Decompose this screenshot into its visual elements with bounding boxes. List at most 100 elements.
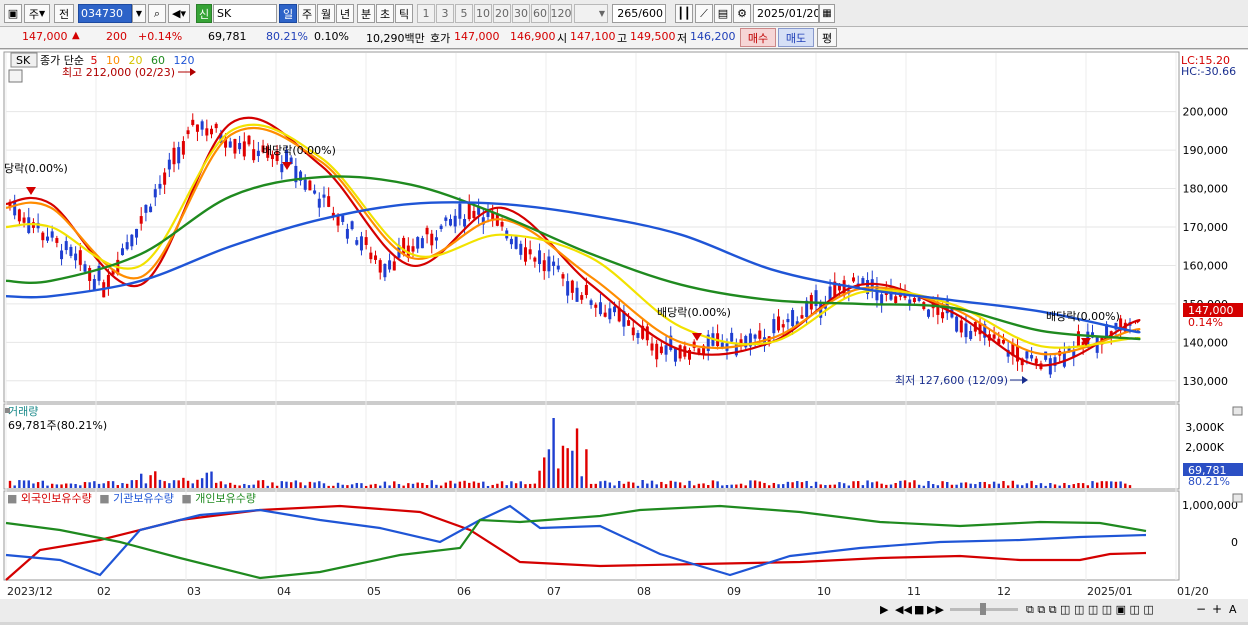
volume-bar bbox=[861, 485, 865, 488]
window-menu-icon[interactable]: ▣ bbox=[4, 4, 22, 23]
candle-body bbox=[130, 234, 134, 247]
volume-bar bbox=[908, 482, 911, 488]
ex-div-annotation-1: 당락(0.00%) bbox=[4, 162, 68, 175]
table-icon[interactable] bbox=[8, 69, 23, 83]
tab-minute[interactable]: 분 bbox=[357, 4, 375, 23]
stock-code-input[interactable]: 034730 bbox=[78, 4, 132, 23]
calendar-icon[interactable]: ▦ bbox=[819, 4, 835, 23]
volume-bar bbox=[163, 481, 166, 488]
code-dropdown-icon[interactable]: ▼ bbox=[132, 4, 146, 23]
tab-daily[interactable]: 일 bbox=[279, 4, 297, 23]
candle-body bbox=[308, 180, 312, 191]
volume-bar bbox=[632, 482, 635, 488]
x-axis-label: 10 bbox=[817, 585, 831, 598]
zoom-in-icon[interactable]: + bbox=[1212, 602, 1222, 616]
draw-tool-icon[interactable]: ⟋ bbox=[695, 4, 713, 23]
volume-bar bbox=[111, 481, 115, 488]
volume-bar bbox=[857, 481, 860, 488]
interval-10[interactable]: 10 bbox=[474, 4, 492, 23]
buy-button[interactable]: 매수 bbox=[740, 28, 776, 47]
volume-bar bbox=[472, 481, 476, 488]
search-icon[interactable]: ⌕ bbox=[148, 4, 166, 23]
volume-bar bbox=[144, 483, 148, 488]
volume-bar bbox=[130, 480, 134, 488]
bar-count-field[interactable]: 265/600 bbox=[612, 4, 666, 23]
volume-ratio: 80.21% bbox=[266, 30, 308, 43]
volume-bar bbox=[847, 485, 851, 488]
tab-minute-label: 분 bbox=[360, 7, 372, 21]
speaker-icon[interactable]: ◀▾ bbox=[168, 4, 190, 23]
evaluate-button[interactable]: 평 bbox=[817, 28, 837, 47]
stop-icon[interactable]: ■ bbox=[914, 603, 924, 616]
x-axis-label: 06 bbox=[457, 585, 471, 598]
candle-body bbox=[556, 265, 560, 270]
holding-y-label: 0 bbox=[1231, 536, 1238, 549]
candle-body bbox=[434, 237, 438, 241]
chart-canvas[interactable]: 200,000190,000180,000170,000160,000150,0… bbox=[0, 50, 1248, 622]
interval-30[interactable]: 30 bbox=[512, 4, 530, 23]
interval-20[interactable]: 20 bbox=[493, 4, 511, 23]
layout-icons[interactable]: ⧉ ⧉ ⧉ ◫ ◫ ◫ ◫ ▣ ◫ ◫ bbox=[1026, 603, 1154, 616]
pane-close-icon[interactable] bbox=[1232, 406, 1243, 416]
tab-weekly-label: 주 bbox=[301, 7, 313, 21]
volume-bar bbox=[191, 483, 194, 488]
candle-body bbox=[439, 225, 443, 230]
interval-60[interactable]: 60 bbox=[531, 4, 549, 23]
candle-body bbox=[200, 121, 204, 130]
chart-area[interactable]: 200,000190,000180,000170,000160,000150,0… bbox=[0, 50, 1248, 622]
candle-body bbox=[364, 237, 368, 245]
interval-1-label: 1 bbox=[422, 7, 430, 20]
tab-yearly[interactable]: 년 bbox=[336, 4, 354, 23]
volume-bar bbox=[393, 481, 396, 488]
forward-icon[interactable]: ▶▶ bbox=[927, 603, 944, 616]
candle-icon[interactable]: ┃┃ bbox=[675, 4, 693, 23]
period-select[interactable]: 주 ▼ bbox=[24, 4, 50, 23]
interval-dropdown[interactable]: ▼ bbox=[574, 4, 608, 23]
tab-second[interactable]: 초 bbox=[376, 4, 394, 23]
candle-body bbox=[720, 342, 724, 348]
volume-bar bbox=[247, 485, 251, 488]
volume-bar bbox=[430, 480, 433, 488]
volume-bar bbox=[93, 481, 96, 488]
interval-120[interactable]: 120 bbox=[550, 4, 572, 23]
volume-bar bbox=[149, 475, 152, 488]
tab-monthly[interactable]: 월 bbox=[317, 4, 335, 23]
candle-body bbox=[247, 135, 251, 145]
interval-3[interactable]: 3 bbox=[436, 4, 454, 23]
date-field[interactable]: 2025/01/20 bbox=[753, 4, 819, 23]
candle-body bbox=[22, 217, 26, 223]
tab-weekly[interactable]: 주 bbox=[298, 4, 316, 23]
candle-body bbox=[594, 304, 598, 308]
hc-label: HC:-30.66 bbox=[1181, 65, 1236, 78]
volume-bar bbox=[571, 450, 574, 488]
volume-bar bbox=[55, 484, 59, 488]
interval-5[interactable]: 5 bbox=[455, 4, 473, 23]
save-icon[interactable]: ▤ bbox=[714, 4, 732, 23]
volume-bar bbox=[917, 484, 921, 488]
sell-button[interactable]: 매도 bbox=[778, 28, 814, 47]
auto-scale-icon[interactable]: A bbox=[1229, 603, 1237, 616]
interval-1[interactable]: 1 bbox=[417, 4, 435, 23]
candle-body bbox=[64, 241, 68, 251]
volume-bar bbox=[618, 480, 621, 488]
candle-body bbox=[144, 204, 148, 213]
stock-name-field[interactable]: SK bbox=[213, 4, 277, 23]
volume-bar bbox=[308, 481, 312, 488]
candle-body bbox=[313, 190, 317, 194]
prev-button[interactable]: 전 bbox=[54, 4, 74, 23]
volume-bar bbox=[922, 485, 926, 488]
legend-institution: 기관보유수량 bbox=[113, 492, 174, 505]
zoom-slider-handle[interactable] bbox=[980, 603, 986, 615]
x-axis-label: 08 bbox=[637, 585, 651, 598]
volume-bar bbox=[988, 484, 991, 488]
volume-bar bbox=[355, 482, 358, 488]
candle-body bbox=[341, 215, 345, 222]
tab-tick[interactable]: 틱 bbox=[395, 4, 413, 23]
ex-div-annotation-3: 배당락(0.00%) bbox=[657, 306, 731, 319]
zoom-out-icon[interactable]: − bbox=[1196, 602, 1206, 616]
pane-close-icon[interactable] bbox=[1232, 493, 1243, 503]
scroll-right-icon[interactable]: ▶ bbox=[880, 603, 889, 616]
holding-legend: ■ 외국인보유수량 ■ 기관보유수량 ■ 개인보유수량 bbox=[7, 492, 256, 505]
rewind-icon[interactable]: ◀◀ bbox=[895, 603, 912, 616]
gear-icon[interactable]: ⚙ bbox=[733, 4, 751, 23]
